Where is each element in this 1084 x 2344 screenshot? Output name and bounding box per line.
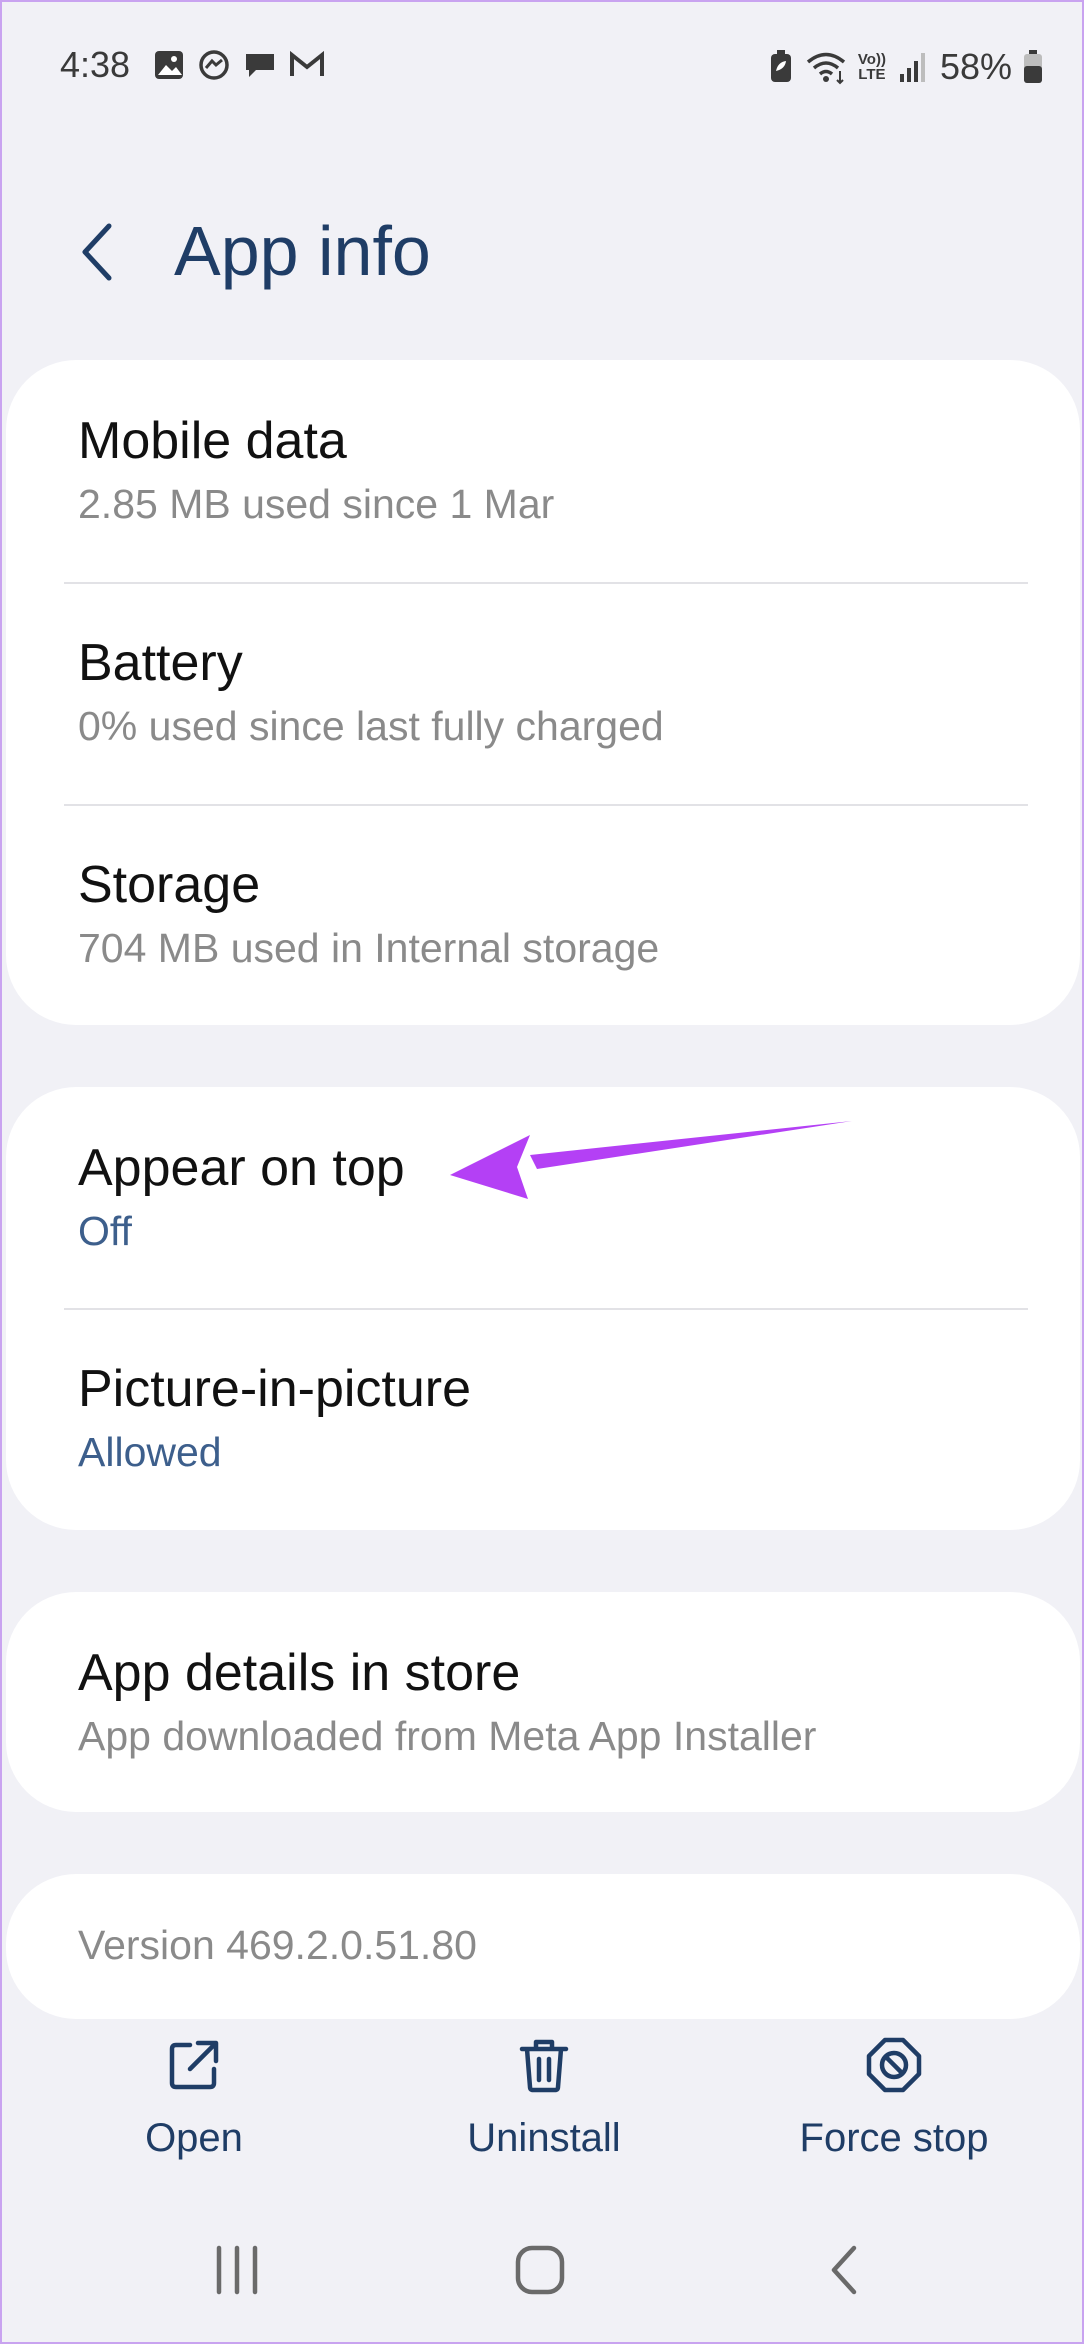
divider — [64, 804, 1028, 806]
battery-title: Battery — [78, 634, 243, 692]
recents-button[interactable] — [177, 2222, 297, 2322]
battery-row[interactable]: Battery 0% used since last fully charged — [78, 632, 1028, 752]
open-label: Open — [145, 2116, 243, 2160]
action-bar: Open Uninstall Force stop — [2, 2032, 1082, 2172]
navigation-bar — [2, 2222, 1082, 2322]
battery-icon — [1022, 49, 1044, 85]
page-title: App info — [174, 212, 431, 290]
storage-row[interactable]: Storage 704 MB used in Internal storage — [78, 854, 1028, 974]
wifi-icon — [804, 49, 848, 85]
app-details-in-store-row[interactable]: App details in store App downloaded from… — [78, 1642, 1028, 1762]
annotation-arrow — [450, 1121, 852, 1199]
mobile-data-subtitle: 2.85 MB used since 1 Mar — [78, 481, 555, 528]
back-button[interactable] — [62, 209, 132, 299]
messenger-icon — [196, 48, 232, 82]
picture-in-picture-row[interactable]: Picture-in-picture Allowed — [78, 1358, 1028, 1478]
version-text: Version 469.2.0.51.80 — [78, 1922, 477, 1968]
home-button[interactable] — [480, 2222, 600, 2322]
uninstall-button[interactable]: Uninstall — [394, 2032, 694, 2161]
volte-label-top: Vo)) — [857, 51, 886, 68]
storage-title: Storage — [78, 856, 261, 914]
uninstall-label: Uninstall — [467, 2116, 621, 2160]
storage-subtitle: 704 MB used in Internal storage — [78, 925, 660, 972]
status-bar: 4:38 Vo)) LTE 58% — [2, 2, 1082, 132]
force-stop-label: Force stop — [799, 2116, 989, 2160]
stop-icon — [864, 2035, 924, 2100]
divider — [64, 582, 1028, 584]
picture-in-picture-title: Picture-in-picture — [78, 1360, 472, 1418]
mobile-data-title: Mobile data — [78, 412, 347, 470]
trash-icon — [514, 2035, 574, 2100]
recents-icon — [207, 2242, 267, 2303]
gmail-icon — [288, 48, 326, 82]
gallery-icon — [152, 48, 186, 82]
force-stop-button[interactable]: Force stop — [744, 2032, 1044, 2161]
home-icon — [512, 2242, 568, 2303]
open-button[interactable]: Open — [44, 2032, 344, 2161]
chevron-left-icon — [77, 220, 117, 289]
notification-icons — [152, 48, 326, 82]
app-info-screen: 4:38 Vo)) LTE 58% App info Mobile data 2… — [0, 0, 1084, 2344]
battery-percent: 58% — [939, 46, 1012, 87]
back-chevron-icon — [824, 2242, 864, 2303]
picture-in-picture-status: Allowed — [78, 1429, 222, 1476]
system-status-icons: Vo)) LTE 58% — [768, 46, 1044, 88]
chat-icon — [242, 48, 278, 82]
volte-label-bottom: LTE — [858, 66, 886, 83]
usage-card: Mobile data 2.85 MB used since 1 Mar Bat… — [6, 360, 1080, 1025]
battery-saver-icon — [768, 49, 794, 85]
signal-icon — [896, 50, 930, 84]
version-card: Version 469.2.0.51.80 — [6, 1874, 1080, 2019]
store-card: App details in store App downloaded from… — [6, 1592, 1080, 1812]
app-details-subtitle: App downloaded from Meta App Installer — [78, 1713, 817, 1760]
mobile-data-row[interactable]: Mobile data 2.85 MB used since 1 Mar — [78, 410, 1028, 530]
app-details-title: App details in store — [78, 1644, 521, 1702]
status-time: 4:38 — [60, 44, 131, 85]
volte-icon: Vo)) LTE — [858, 52, 886, 82]
battery-subtitle: 0% used since last fully charged — [78, 703, 664, 750]
open-external-icon — [164, 2035, 224, 2100]
nav-back-button[interactable] — [784, 2222, 904, 2322]
divider — [64, 1308, 1028, 1310]
app-bar: App info — [2, 197, 1082, 307]
